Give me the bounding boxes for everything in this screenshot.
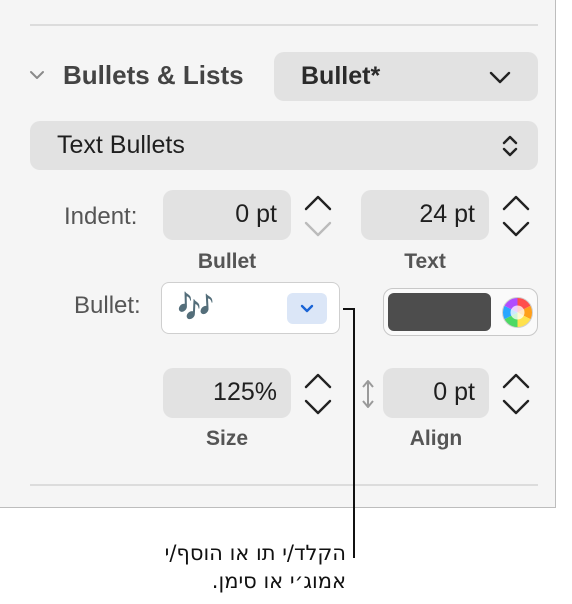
text-indent-stepper-icon[interactable] <box>496 189 536 243</box>
format-sidebar: Bullets & Lists Bullet* Text Bullets Ind… <box>0 0 556 508</box>
list-style-value: Bullet* <box>301 62 381 90</box>
color-wheel-icon[interactable] <box>501 296 534 329</box>
indent-label: Indent: <box>64 203 138 230</box>
size-field[interactable]: 125% <box>163 368 291 418</box>
bullet-type-popup[interactable]: Text Bullets <box>30 121 538 170</box>
up-down-arrows-icon <box>502 135 518 157</box>
section-title: Bullets & Lists <box>63 60 244 90</box>
size-stepper-icon[interactable] <box>298 367 338 421</box>
text-indent-caption: Text <box>404 250 446 273</box>
align-stepper-icon[interactable] <box>496 367 536 421</box>
align-value: 0 pt <box>433 378 475 406</box>
bullet-glyph: 🎶 <box>177 290 215 325</box>
size-value: 125% <box>213 378 277 406</box>
callout-leader-vertical <box>353 308 355 558</box>
callout-line-1: הקלד/י תו או הוסף/י <box>164 541 346 565</box>
bottom-divider <box>30 484 538 486</box>
disclosure-chevron-icon[interactable] <box>28 66 46 84</box>
bullet-color-swatch[interactable] <box>388 293 491 331</box>
bullet-indent-field[interactable]: 0 pt <box>163 190 291 240</box>
bullet-indent-stepper-icon[interactable] <box>298 189 338 243</box>
text-indent-field[interactable]: 24 pt <box>361 190 489 240</box>
bullet-indent-caption: Bullet <box>197 250 257 273</box>
top-divider <box>30 24 538 26</box>
list-style-popup[interactable]: Bullet* <box>274 52 538 101</box>
vertical-arrows-icon <box>362 380 374 408</box>
align-field[interactable]: 0 pt <box>383 368 489 418</box>
chevron-down-icon <box>489 71 511 84</box>
callout-line-2: אמוג׳י או סימן. <box>211 569 346 593</box>
callout-text: הקלד/י תו או הוסף/י אמוג׳י או סימן. <box>165 539 346 595</box>
bullet-color-well[interactable] <box>383 288 538 336</box>
bullet-indent-value: 0 pt <box>235 200 277 228</box>
chevron-down-icon <box>300 304 314 313</box>
bullet-label: Bullet: <box>74 292 141 319</box>
bullet-type-value: Text Bullets <box>57 131 185 159</box>
bullet-character-field[interactable]: 🎶 <box>161 282 340 334</box>
align-caption: Align <box>409 427 463 450</box>
text-indent-value: 24 pt <box>419 200 475 228</box>
size-caption: Size <box>205 427 249 450</box>
bullet-menu-button[interactable] <box>287 293 327 324</box>
